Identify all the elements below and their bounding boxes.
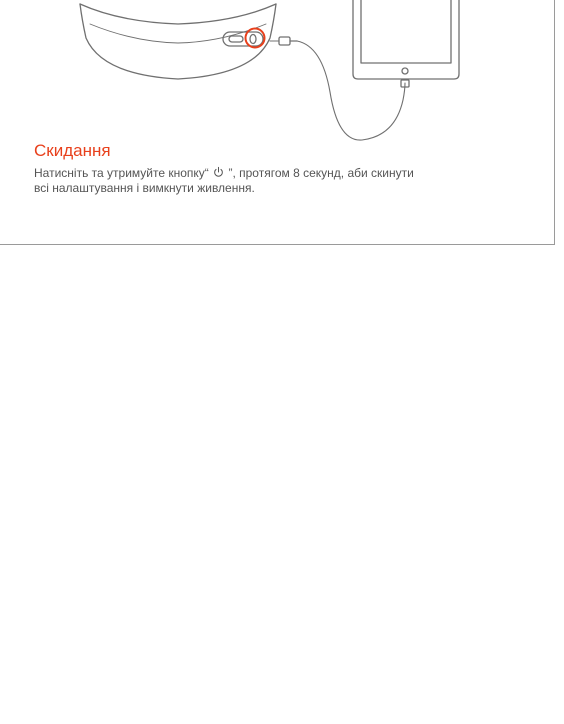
instruction-panel: Скидання Натисніть та утримуйте кнопку“ … bbox=[0, 0, 555, 245]
tablet-icon bbox=[352, 0, 460, 80]
aux-plug-icon bbox=[269, 36, 298, 46]
power-icon bbox=[214, 166, 223, 177]
aux-port-icon bbox=[222, 31, 264, 47]
audio-cable bbox=[296, 40, 406, 141]
speaker-tablet-illustration bbox=[79, 0, 460, 141]
body-text-line2: всі налаштування і вимкнути живлення. bbox=[34, 181, 255, 195]
section-body: Натисніть та утримуйте кнопку“ ”, протяг… bbox=[34, 166, 504, 196]
body-text-part1: Натисніть та утримуйте кнопку“ bbox=[34, 166, 209, 180]
body-text-part2: ”, протягом 8 секунд, аби скинути bbox=[228, 166, 414, 180]
section-title: Скидання bbox=[34, 141, 111, 160]
